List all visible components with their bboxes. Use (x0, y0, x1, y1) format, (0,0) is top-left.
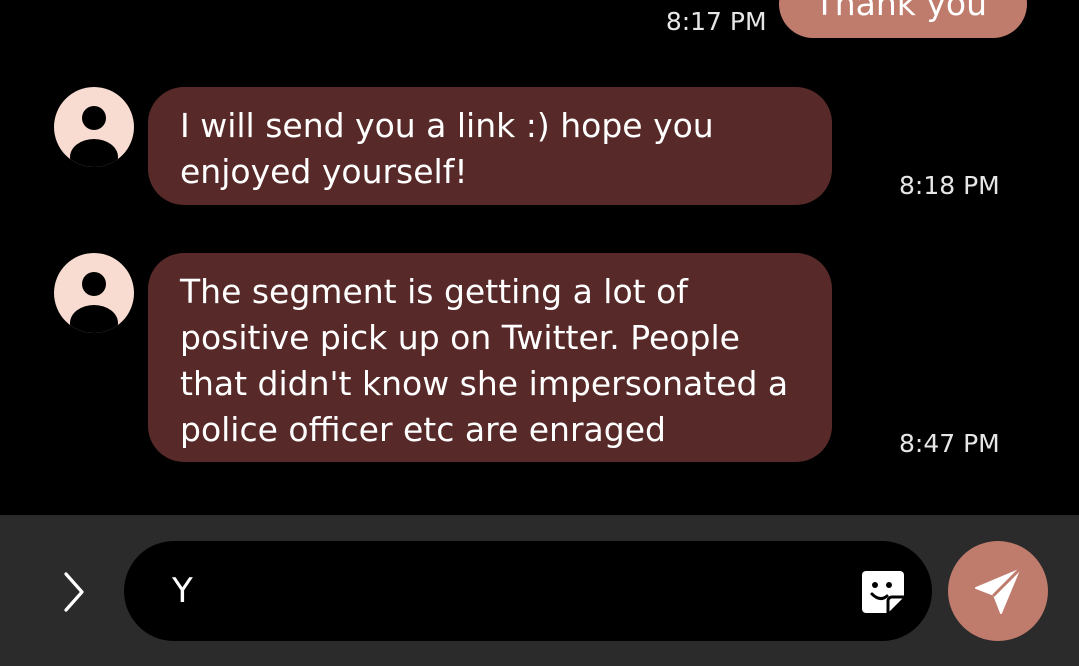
sticker-button[interactable] (860, 569, 906, 615)
send-button[interactable] (948, 541, 1048, 641)
message-timestamp: 8:17 PM (665, 7, 767, 36)
message-timestamp: 8:47 PM (899, 429, 1000, 458)
outgoing-message: 8:17 PM Thank you (666, 0, 1027, 38)
message-input[interactable]: Y (124, 541, 932, 641)
incoming-message-bubble[interactable]: The segment is getting a lot of positive… (148, 253, 832, 462)
expand-options-button[interactable] (52, 570, 96, 614)
person-icon (70, 272, 118, 333)
person-icon (70, 106, 118, 167)
chevron-right-icon (64, 572, 84, 612)
avatar[interactable] (54, 253, 134, 333)
send-icon (975, 568, 1021, 614)
incoming-message: I will send you a link :) hope you enjoy… (54, 87, 832, 205)
incoming-message-bubble[interactable]: I will send you a link :) hope you enjoy… (148, 87, 832, 205)
outgoing-message-bubble[interactable]: Thank you (778, 0, 1027, 38)
message-composer: Y (0, 515, 1079, 666)
chat-screen: 8:17 PM Thank you I will send you a link… (0, 0, 1079, 666)
incoming-message: The segment is getting a lot of positive… (54, 253, 832, 462)
sticker-icon (862, 571, 904, 613)
message-input-value: Y (172, 571, 193, 611)
message-timestamp: 8:18 PM (899, 171, 1000, 200)
avatar[interactable] (54, 87, 134, 167)
